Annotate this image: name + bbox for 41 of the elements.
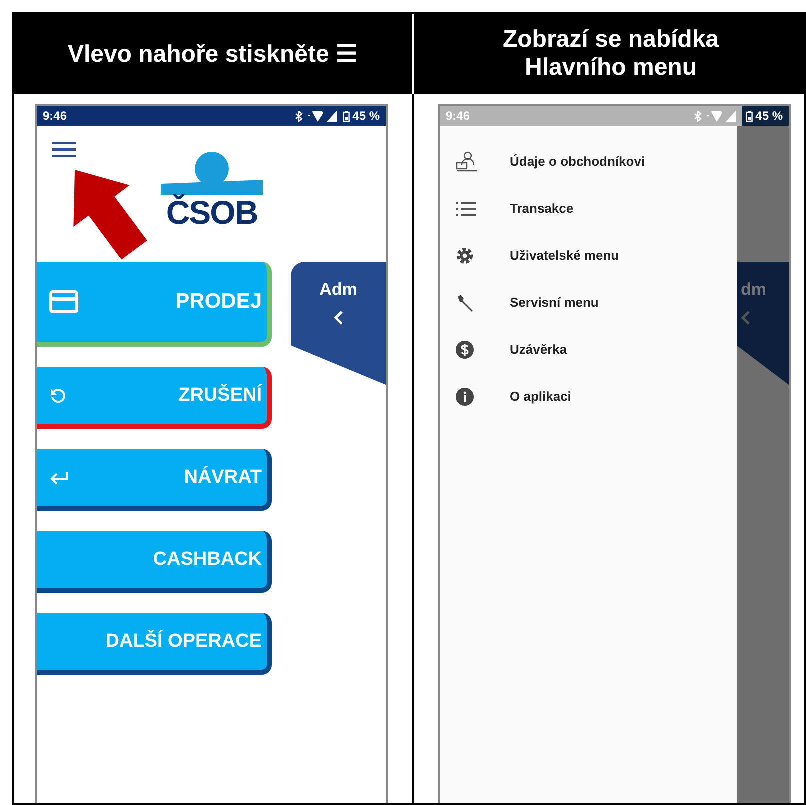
merchant-icon [456,150,478,172]
menu-item-label: Uživatelské menu [510,248,620,263]
chevron-left-icon [741,310,751,326]
logo-mark-icon [160,152,264,196]
dollar-coin-icon [456,340,474,358]
header-text: Zobrazí se nabídka Hlavního menu [502,26,720,82]
menu-icon[interactable] [52,142,76,158]
status-time: 9:46 [446,109,472,123]
menu-item[interactable]: Servisní menu [440,279,737,326]
side-tab[interactable]: Adm [291,262,386,385]
battery-percent: 45 % [756,109,783,123]
info-icon [456,388,474,406]
battery-icon [342,110,350,122]
return-arrow-icon [49,470,69,484]
bluetooth-icon [694,110,702,122]
wifi-icon [704,110,723,122]
list-icon [456,200,476,216]
menu-item-label: Údaje o obchodníkovi [510,154,646,169]
menu-item[interactable]: Uživatelské menu [440,232,737,279]
menu-item[interactable]: Údaje o obchodníkovi [440,138,737,185]
settings-icon [456,246,474,264]
menu-item-label: Servisní menu [510,295,599,310]
undo-icon [49,386,67,404]
header-text: Vlevo nahoře stiskněte ☰ [68,40,358,68]
battery-icon [746,110,753,122]
menu-item-label: Transakce [510,201,574,216]
signal-icon [326,110,337,122]
battery-percent: 45 % [352,109,380,123]
wrench-icon [456,294,474,312]
signal-icon [726,110,736,122]
card-icon [49,290,79,314]
menu-item-label: Uzávěrka [510,342,568,357]
bluetooth-icon [294,110,303,122]
logo-text: ČSOB [166,196,258,230]
chevron-left-icon [334,310,344,326]
status-time: 9:46 [43,109,68,123]
menu-item[interactable]: Transakce [440,185,737,232]
menu-item[interactable]: Uzávěrka [440,326,737,373]
wifi-icon [306,110,324,122]
menu-item-label: O aplikaci [510,389,572,404]
menu-item[interactable]: O aplikaci [440,373,737,420]
